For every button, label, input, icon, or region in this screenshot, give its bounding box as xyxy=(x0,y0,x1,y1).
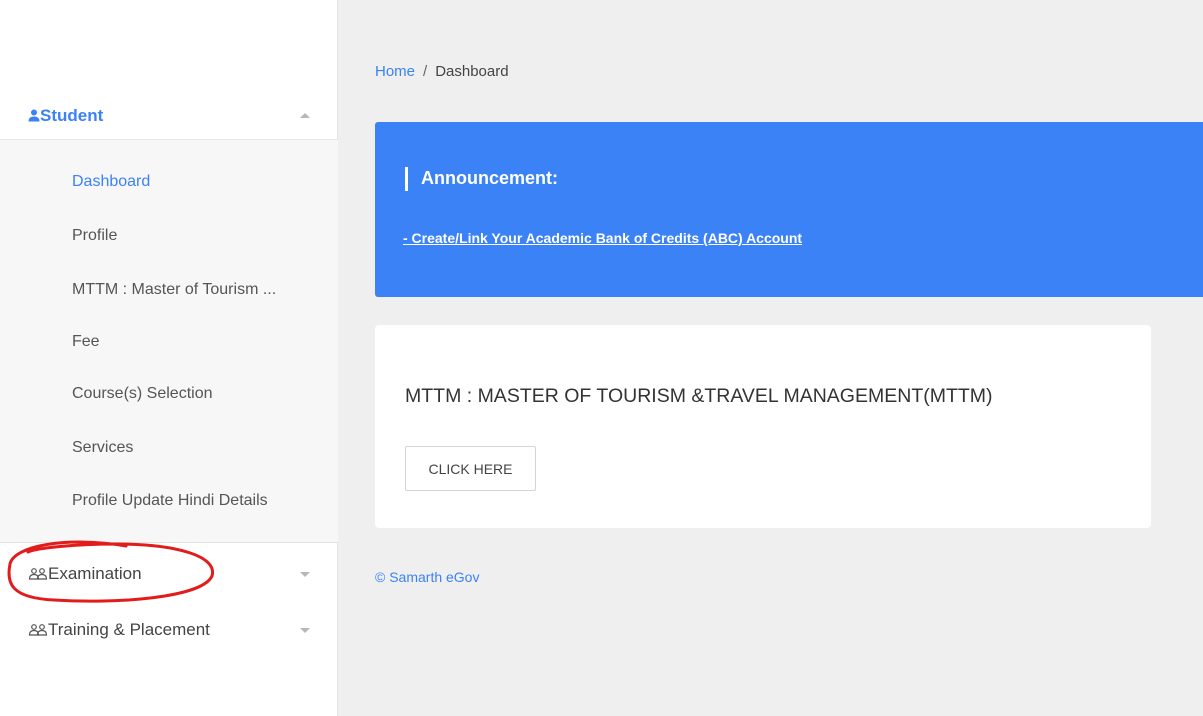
main-content: Home / Dashboard Announcement: - Create/… xyxy=(339,0,1203,716)
people-icon xyxy=(28,624,48,636)
sidebar: Student Dashboard Profile MTTM : Master … xyxy=(0,0,338,716)
nav-section-student-left: Student xyxy=(28,106,103,126)
nav-section-training-label: Training & Placement xyxy=(48,620,210,639)
nav-section-student-label: Student xyxy=(40,105,104,125)
abc-account-link[interactable]: - Create/Link Your Academic Bank of Cred… xyxy=(403,230,802,246)
announcement-title: Announcement: xyxy=(421,168,558,188)
submenu-item-fee[interactable]: Fee xyxy=(72,333,100,351)
person-icon xyxy=(28,109,40,122)
chevron-down-icon xyxy=(300,571,310,577)
submenu-item-profile[interactable]: Profile xyxy=(72,227,117,245)
click-here-button[interactable]: CLICK HERE xyxy=(405,446,536,491)
chevron-down-icon xyxy=(300,627,310,633)
annotation-circle xyxy=(7,540,215,603)
nav-section-training-left: Training & Placement xyxy=(28,620,210,640)
submenu-item-course-selection[interactable]: Course(s) Selection xyxy=(72,385,213,403)
submenu-item-services[interactable]: Services xyxy=(72,439,133,457)
announcement-banner: Announcement: - Create/Link Your Academi… xyxy=(375,122,1203,297)
announcement-accent-bar xyxy=(405,167,408,191)
breadcrumb-separator: / xyxy=(423,63,428,80)
nav-section-training[interactable]: Training & Placement xyxy=(0,610,338,650)
breadcrumb-home[interactable]: Home xyxy=(375,63,415,80)
submenu-item-profile-hindi[interactable]: Profile Update Hindi Details xyxy=(72,492,268,510)
submenu-item-dashboard[interactable]: Dashboard xyxy=(72,173,150,191)
program-card: MTTM : MASTER OF TOURISM &TRAVEL MANAGEM… xyxy=(375,325,1151,528)
chevron-up-icon xyxy=(300,113,310,118)
breadcrumb-current: Dashboard xyxy=(435,63,509,80)
student-submenu: Dashboard Profile MTTM : Master of Touri… xyxy=(0,140,338,543)
program-title: MTTM : MASTER OF TOURISM &TRAVEL MANAGEM… xyxy=(405,385,993,407)
nav-section-student[interactable]: Student xyxy=(0,92,338,140)
footer-credit[interactable]: © Samarth eGov xyxy=(375,569,479,585)
breadcrumb: Home / Dashboard xyxy=(375,63,509,80)
submenu-item-program[interactable]: MTTM : Master of Tourism ... xyxy=(72,281,276,299)
